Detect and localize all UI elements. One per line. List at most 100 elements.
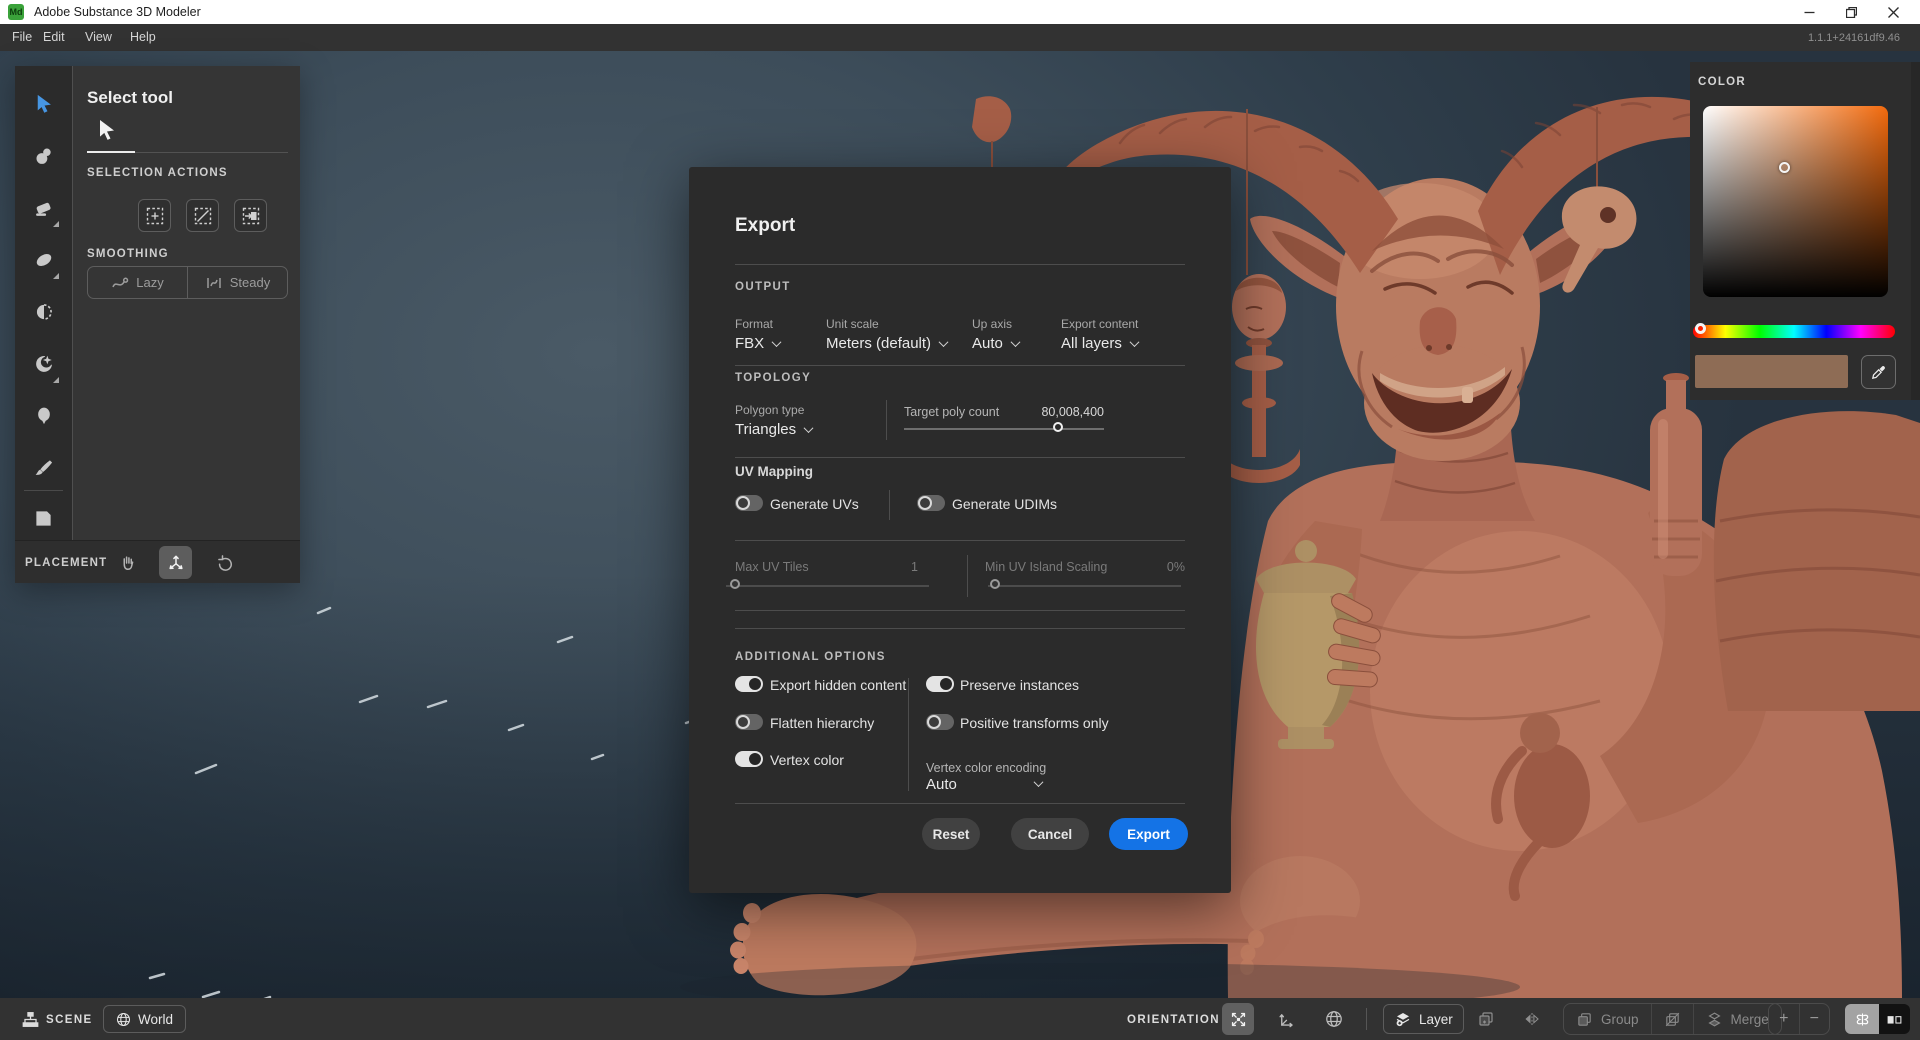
- smear-tool-icon[interactable]: [31, 247, 56, 272]
- tab-underline-active: [87, 151, 135, 153]
- target-poly-label: Target poly count: [904, 405, 999, 419]
- vertical-divider: [889, 490, 890, 520]
- placement-rotate-button[interactable]: [208, 546, 241, 579]
- menu-file[interactable]: File: [12, 30, 32, 44]
- select-invert-button[interactable]: [234, 199, 267, 232]
- orientation-world-button[interactable]: [1318, 1003, 1350, 1035]
- world-button[interactable]: World: [103, 1005, 186, 1033]
- inflate-tool-icon[interactable]: [31, 403, 56, 428]
- vertical-divider: [908, 678, 909, 791]
- tool-strip: [15, 66, 72, 540]
- chevron-down-icon: [1010, 337, 1020, 347]
- version-label: 1.1.1+24161df9.46: [1808, 32, 1900, 44]
- divider: [735, 457, 1185, 458]
- select-tool-icon[interactable]: [31, 91, 56, 116]
- vertex-encoding-value[interactable]: Auto: [926, 776, 957, 793]
- hue-slider[interactable]: [1693, 325, 1895, 338]
- menu-help[interactable]: Help: [130, 30, 156, 44]
- generate-udims-toggle[interactable]: [917, 495, 945, 511]
- bottom-bar: SCENE World ORIENTATION Layer: [0, 998, 1920, 1040]
- max-uv-tiles-value: 1: [839, 560, 918, 574]
- format-value: FBX: [735, 335, 764, 352]
- layer-label: Layer: [1419, 1012, 1453, 1027]
- export-hidden-content-label: Export hidden content: [770, 677, 906, 693]
- reset-button[interactable]: Reset: [922, 818, 980, 850]
- flatten-tool-icon[interactable]: [31, 299, 56, 324]
- ungroup-button[interactable]: [1651, 1004, 1693, 1034]
- generate-udims-label: Generate UDIMs: [952, 496, 1057, 512]
- erase-tool-icon[interactable]: [31, 195, 56, 220]
- smoothing-lazy-button[interactable]: Lazy: [88, 267, 187, 298]
- cancel-button[interactable]: Cancel: [1011, 818, 1089, 850]
- selection-actions-header: SELECTION ACTIONS: [87, 167, 228, 179]
- flatten-hierarchy-toggle[interactable]: [735, 714, 763, 730]
- plus-button[interactable]: +: [1769, 1004, 1799, 1034]
- chevron-down-icon[interactable]: [1034, 777, 1044, 787]
- vertex-color-toggle[interactable]: [735, 751, 763, 767]
- layer-button[interactable]: Layer: [1383, 1004, 1464, 1034]
- max-uv-tiles-label: Max UV Tiles: [735, 560, 809, 574]
- preserve-instances-toggle[interactable]: [926, 676, 954, 692]
- smear-flyout-indicator: [53, 273, 59, 279]
- world-label: World: [138, 1012, 173, 1027]
- placement-hand-button[interactable]: [111, 546, 144, 579]
- color-picker-ring[interactable]: [1779, 162, 1790, 173]
- mirror-button[interactable]: [1516, 1003, 1548, 1035]
- smoothing-steady-button[interactable]: Steady: [187, 267, 287, 298]
- menu-view[interactable]: View: [85, 30, 112, 44]
- hue-slider-handle[interactable]: [1695, 323, 1706, 334]
- steady-icon: [205, 275, 223, 291]
- duplicate-button[interactable]: [1470, 1003, 1502, 1035]
- target-poly-slider[interactable]: [904, 421, 1104, 437]
- minus-button[interactable]: −: [1799, 1004, 1830, 1034]
- minimize-button[interactable]: [1788, 0, 1830, 24]
- scene-label: SCENE: [46, 1014, 93, 1026]
- stamp-tool-icon[interactable]: [31, 351, 56, 376]
- unit-scale-label: Unit scale: [826, 317, 947, 331]
- min-uv-island-value: 0%: [1109, 560, 1185, 574]
- polygon-type-value: Triangles: [735, 421, 796, 438]
- color-panel: COLOR: [1690, 62, 1920, 400]
- placement-move-button[interactable]: [159, 546, 192, 579]
- generate-uvs-toggle[interactable]: [735, 495, 763, 511]
- unit-scale-value: Meters (default): [826, 335, 931, 352]
- tool-options-panel: Select tool SELECTION ACTIONS SMOOTHING …: [72, 66, 300, 540]
- select-add-button[interactable]: [138, 199, 171, 232]
- display-mode-button[interactable]: [1879, 1004, 1910, 1034]
- symmetry-button[interactable]: [1845, 1004, 1879, 1034]
- orientation-axis-button[interactable]: [1270, 1003, 1302, 1035]
- orientation-free-button[interactable]: [1222, 1003, 1254, 1035]
- add-layer-icon: [1394, 1010, 1412, 1028]
- eyedropper-button[interactable]: [1861, 355, 1896, 389]
- export-content-field[interactable]: Export content All layers: [1061, 317, 1138, 352]
- group-button[interactable]: Group: [1564, 1004, 1651, 1034]
- color-panel-header: COLOR: [1698, 76, 1746, 88]
- select-clear-button[interactable]: [186, 199, 219, 232]
- smoothing-header: SMOOTHING: [87, 248, 169, 260]
- saturation-value-picker[interactable]: [1703, 106, 1888, 297]
- maximize-button[interactable]: [1830, 0, 1872, 24]
- clay-tool-icon[interactable]: [31, 143, 56, 168]
- format-field[interactable]: Format FBX: [735, 317, 780, 352]
- export-button[interactable]: Export: [1109, 818, 1188, 850]
- export-hidden-content-toggle[interactable]: [735, 676, 763, 692]
- paint-tool-icon[interactable]: [31, 455, 56, 480]
- symmetry-display-control: [1845, 1004, 1910, 1034]
- up-axis-label: Up axis: [972, 317, 1019, 331]
- chevron-down-icon: [1129, 337, 1139, 347]
- vertex-color-label: Vertex color: [770, 752, 844, 768]
- chevron-down-icon: [804, 423, 814, 433]
- slider-handle[interactable]: [1053, 422, 1063, 432]
- menu-edit[interactable]: Edit: [43, 30, 65, 44]
- unit-scale-field[interactable]: Unit scale Meters (default): [826, 317, 947, 352]
- polygon-type-field[interactable]: Polygon type Triangles: [735, 403, 812, 438]
- close-button[interactable]: [1872, 0, 1914, 24]
- preserve-instances-label: Preserve instances: [960, 677, 1079, 693]
- placement-header: PLACEMENT: [25, 557, 107, 569]
- positive-transforms-toggle[interactable]: [926, 714, 954, 730]
- up-axis-field[interactable]: Up axis Auto: [972, 317, 1019, 352]
- divider: [735, 803, 1185, 804]
- lazy-label: Lazy: [136, 275, 163, 290]
- save-tool-icon[interactable]: [31, 506, 56, 531]
- app-window: Md Adobe Substance 3D Modeler File Edit …: [0, 0, 1920, 1040]
